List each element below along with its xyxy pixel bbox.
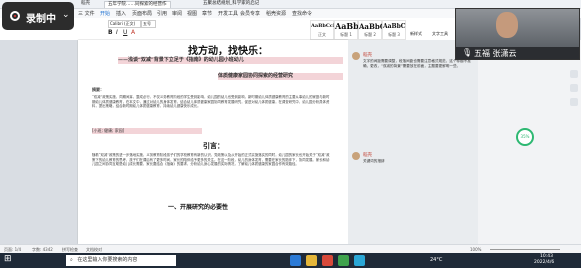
zoom-level[interactable]: 100% [470, 247, 481, 252]
taskbar: ⊞ ⌕ 在这里输入你要搜索的内容 24°C 10:43 2022/4/6 [0, 253, 581, 268]
recording-indicator[interactable]: 录制中 ⌄ [2, 2, 74, 30]
microphone-icon[interactable]: 🎙 [462, 48, 472, 57]
recording-label: 录制中 [26, 14, 56, 25]
text-tools-button[interactable]: 文字工具 [432, 31, 448, 37]
underline-button[interactable]: U [123, 29, 127, 36]
style-name: 标题 1 [340, 32, 352, 37]
comment-author: 稻壳 [363, 53, 372, 58]
clock-time[interactable]: 10:43 [540, 254, 553, 259]
taskbar-app-icon[interactable] [354, 255, 365, 266]
style-normal[interactable]: AaBbCcDd 正文 [310, 20, 341, 40]
sidebar-tool-icon[interactable] [570, 98, 578, 106]
comment-card[interactable]: 稻壳 文字的间距需要调整，段落间距也需要注意格式规范，这个标题不准确，更改，“双… [352, 52, 472, 112]
comment-card[interactable]: 稻壳 关键词的措辞 [352, 152, 472, 172]
style-name: 标题 2 [364, 32, 376, 37]
keywords: [小班; 健康; 家园] [92, 128, 202, 134]
weather-indicator[interactable]: 24°C [430, 257, 442, 263]
comment-panel: 稻壳 文字的间距需要调整，段落间距也需要注意格式规范，这个标题不准确，更改，“双… [348, 40, 478, 244]
comment-author: 稻壳 [363, 153, 372, 158]
record-icon [10, 11, 20, 21]
search-icon: ⌕ [70, 257, 73, 263]
folder-icon[interactable] [306, 255, 317, 266]
avatar [352, 52, 360, 60]
camera-feed [456, 9, 579, 47]
participant-image [496, 12, 518, 38]
menu-review[interactable]: 审阅 [172, 10, 182, 17]
clock-date[interactable]: 2022/4/6 [534, 260, 554, 265]
progress-badge[interactable]: 35% [516, 128, 534, 146]
sidebar-tool-icon[interactable] [570, 70, 578, 78]
tab-document[interactable]: 五年学院……同探索的经营作 [104, 1, 171, 8]
tab-home[interactable]: 稻壳 [78, 1, 93, 7]
document-subtitle-line1: ——浅谈“双减”背景下立足于《指南》的幼儿园小班幼儿 [118, 57, 343, 64]
intro-heading: 引言： [203, 141, 224, 150]
style-name: 标题 3 [388, 32, 400, 37]
menu-references[interactable]: 引用 [157, 10, 167, 17]
abstract-label: 摘要： [92, 87, 104, 92]
taskbar-app-icon[interactable] [290, 255, 301, 266]
right-side-panel: 35% [478, 40, 581, 244]
abstract-text: “双减”政策实施，同期间耳，整成必行，不仅义务教育阶段的学生受到影响，幼儿园的幼… [92, 95, 330, 109]
italic-button[interactable]: I [116, 29, 118, 36]
style-sample: AaBbC [383, 23, 406, 30]
taskbar-app-icon[interactable] [338, 255, 349, 266]
font-size-select[interactable]: 五号 [141, 20, 156, 28]
document-headline: 找方动，找快乐： [188, 46, 268, 57]
font-name-select[interactable]: Calibri (正文) [108, 20, 141, 28]
zoom-slider[interactable] [490, 249, 560, 250]
style-heading-2[interactable]: AaBbC 标题 2 [358, 20, 386, 40]
document-page[interactable]: 找方动，找快乐： ——浅谈“双减”背景下立足于《指南》的幼儿园小班幼儿 体质健康… [78, 40, 348, 244]
intro-text: 随着“双减”政策的进一步落地实施，义务教育阶段孩子们的学校教育有新的认识，党政策… [92, 153, 330, 167]
bold-button[interactable]: B [108, 29, 113, 36]
section-heading: 一、开展研究的必要性 [168, 204, 229, 211]
participant-bar: 🎙 五福 张潇云 [456, 47, 579, 59]
participant-name: 五福 张潇云 [474, 49, 517, 58]
style-heading-1[interactable]: AaBb 标题 1 [334, 20, 359, 40]
sidebar-tool-icon[interactable] [570, 84, 578, 92]
taskbar-search-input[interactable]: ⌕ 在这里输入你要搜索的内容 [66, 255, 176, 266]
style-sample: AaBb [335, 21, 359, 31]
menu-file[interactable]: 三 文件 [78, 10, 95, 17]
comment-text: 文字的间距需要调整，段落间距也需要注意格式规范，这个标题不准确，更改，“双减的背… [363, 59, 471, 68]
style-heading-3[interactable]: AaBbC 标题 3 [382, 20, 406, 40]
left-margin-area [0, 40, 78, 244]
menu-developer[interactable]: 开发工具 [218, 10, 238, 17]
windows-start-icon[interactable]: ⊞ [4, 254, 12, 264]
menu-search-command[interactable]: 查找命令 [292, 10, 312, 17]
menu-home[interactable]: 开始 [100, 10, 110, 17]
menu-member[interactable]: 会员专享 [240, 10, 260, 17]
style-sample: AaBbC [359, 22, 386, 31]
style-name: 正文 [318, 32, 326, 37]
document-subtitle-line2: 体质健康家园协同探索的经营研究 [218, 73, 343, 80]
search-placeholder: 在这里输入你要搜索的内容 [77, 257, 138, 263]
style-sample: AaBbCcDd [311, 23, 341, 29]
menu-layout[interactable]: 页面布局 [132, 10, 152, 17]
font-color-icon[interactable]: A [131, 29, 135, 36]
comment-text: 关键词的措辞 [363, 159, 385, 163]
taskbar-app-icon[interactable] [322, 255, 333, 266]
menu-daoke[interactable]: 稻壳资源 [266, 10, 286, 17]
menu-view[interactable]: 视图 [187, 10, 197, 17]
new-style-button[interactable]: 新样式 [410, 31, 422, 37]
video-call-window[interactable]: 🎙 五福 张潇云 [455, 8, 580, 60]
menu-chapter[interactable]: 章节 [202, 10, 212, 17]
chevron-down-icon[interactable]: ⌄ [62, 10, 70, 20]
tab-other-document[interactable]: 五聚总结规划_科学家的启记 [200, 1, 262, 7]
avatar [352, 152, 360, 160]
menu-insert[interactable]: 插入 [116, 10, 126, 17]
